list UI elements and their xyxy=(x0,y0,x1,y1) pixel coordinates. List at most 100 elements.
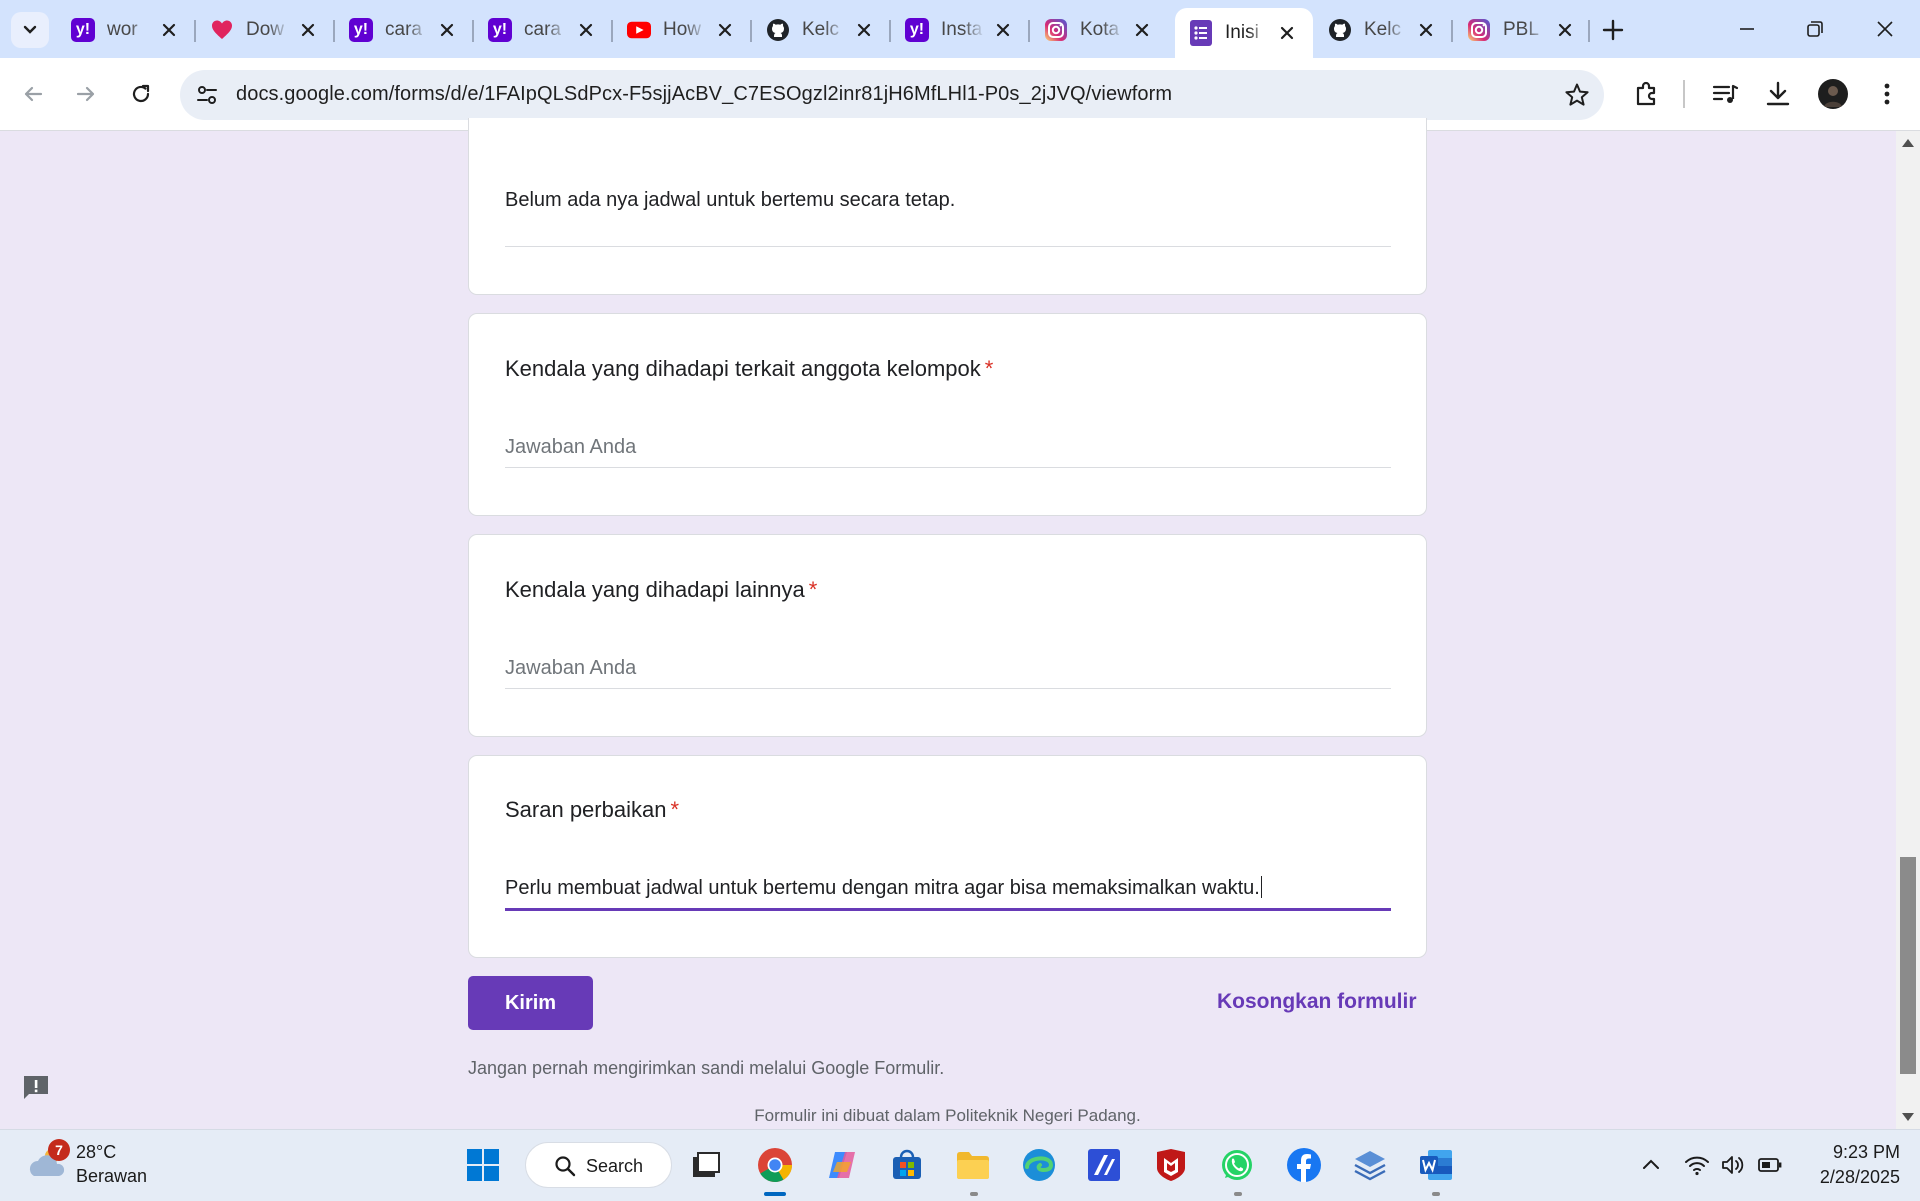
answer-input[interactable]: Jawaban Anda xyxy=(505,657,1391,680)
reload-button[interactable] xyxy=(121,74,161,114)
tab-title: cara xyxy=(524,19,561,40)
tab-7[interactable]: Kota xyxy=(1030,10,1168,50)
tab-9[interactable]: Kelc xyxy=(1314,10,1452,50)
scroll-down-arrow-icon[interactable] xyxy=(1902,1113,1914,1121)
avatar-icon xyxy=(1824,86,1842,107)
chevron-up-icon[interactable] xyxy=(1638,1152,1664,1178)
tab-1[interactable]: Dow xyxy=(196,10,334,50)
close-icon[interactable] xyxy=(157,18,181,42)
question-title: Kendala yang dihadapi lainnya * xyxy=(505,577,817,603)
tab-divider xyxy=(1588,20,1590,42)
media-controls-icon[interactable] xyxy=(1709,78,1741,110)
notification-badge: 7 xyxy=(48,1139,70,1161)
required-asterisk: * xyxy=(984,356,994,381)
answer-input[interactable]: Jawaban Anda xyxy=(505,436,1391,459)
forward-button[interactable] xyxy=(66,74,106,114)
tab-3[interactable]: y! cara xyxy=(474,10,612,50)
start-button[interactable] xyxy=(463,1145,503,1185)
close-icon[interactable] xyxy=(435,18,459,42)
whatsapp-taskbar-app[interactable] xyxy=(1217,1145,1257,1185)
bookmark-star-icon[interactable] xyxy=(1564,82,1590,108)
github-icon xyxy=(1328,18,1352,42)
yahoo-icon: y! xyxy=(488,18,512,42)
scroll-up-arrow-icon[interactable] xyxy=(1902,139,1914,147)
tab-2[interactable]: y! cara xyxy=(335,10,473,50)
github-icon xyxy=(766,18,790,42)
scrollbar-thumb[interactable] xyxy=(1900,857,1916,1074)
url-text[interactable]: docs.google.com/forms/d/e/1FAIpQLSdPcx-F… xyxy=(236,83,1172,106)
edge-taskbar-app[interactable] xyxy=(1019,1145,1059,1185)
answer-underline xyxy=(505,467,1391,468)
tab-5[interactable]: Kelc xyxy=(752,10,890,50)
report-issue-icon[interactable] xyxy=(20,1072,52,1104)
answer-text[interactable]: Belum ada nya jadwal untuk bertemu secar… xyxy=(505,189,1391,212)
tab-title: wor xyxy=(107,19,138,40)
restore-button[interactable] xyxy=(1790,10,1840,48)
form-footer: Formulir ini dibuat dalam Politeknik Neg… xyxy=(754,1106,1141,1125)
copilot-taskbar-app[interactable] xyxy=(822,1145,862,1185)
close-icon[interactable] xyxy=(1553,18,1577,42)
app-taskbar-app[interactable] xyxy=(1084,1145,1124,1185)
download-icon[interactable] xyxy=(1762,78,1794,110)
task-view-button[interactable] xyxy=(686,1145,726,1185)
close-icon[interactable] xyxy=(1275,21,1299,45)
address-bar[interactable]: docs.google.com/forms/d/e/1FAIpQLSdPcx-F… xyxy=(180,70,1604,120)
taskbar-search[interactable]: Search xyxy=(525,1142,672,1188)
minimize-button[interactable] xyxy=(1722,10,1772,48)
tab-4[interactable]: How xyxy=(613,10,751,50)
tab-title: Dow xyxy=(246,19,285,40)
close-icon xyxy=(1877,21,1893,37)
site-info-icon[interactable] xyxy=(193,81,221,109)
restore-icon xyxy=(1807,21,1823,37)
clear-form-button[interactable]: Kosongkan formulir xyxy=(1217,990,1417,1014)
heart-icon xyxy=(210,18,234,42)
close-icon[interactable] xyxy=(574,18,598,42)
wifi-icon[interactable] xyxy=(1684,1152,1710,1178)
tab-6[interactable]: y! Insta xyxy=(891,10,1029,50)
file-explorer-taskbar-app[interactable] xyxy=(953,1145,993,1185)
minimize-icon xyxy=(1740,28,1754,30)
close-icon[interactable] xyxy=(991,18,1015,42)
page-scrollbar[interactable] xyxy=(1896,131,1920,1129)
word-taskbar-app[interactable] xyxy=(1416,1145,1456,1185)
close-icon[interactable] xyxy=(296,18,320,42)
more-menu-icon[interactable] xyxy=(1871,78,1903,110)
answer-input[interactable]: Perlu membuat jadwal untuk bertemu denga… xyxy=(505,876,1391,900)
battery-icon[interactable] xyxy=(1757,1152,1783,1178)
close-icon[interactable] xyxy=(713,18,737,42)
store-taskbar-app[interactable] xyxy=(887,1145,927,1185)
mcafee-taskbar-app[interactable] xyxy=(1151,1145,1191,1185)
yahoo-icon: y! xyxy=(905,18,929,42)
word-icon xyxy=(1420,1150,1452,1180)
back-button[interactable] xyxy=(13,74,53,114)
tab-search-button[interactable] xyxy=(11,12,49,48)
yahoo-icon: y! xyxy=(349,18,373,42)
tab-10[interactable]: PBL xyxy=(1453,10,1591,50)
question-card: Saran perbaikan * Perlu membuat jadwal un… xyxy=(468,755,1427,958)
question-card: Kendala yang dihadapi lainnya * Jawaban A… xyxy=(468,534,1427,737)
profile-avatar[interactable] xyxy=(1818,79,1848,109)
volume-icon[interactable] xyxy=(1720,1152,1746,1178)
running-indicator xyxy=(764,1192,786,1196)
close-icon[interactable] xyxy=(852,18,876,42)
close-window-button[interactable] xyxy=(1860,10,1910,48)
youtube-icon xyxy=(627,18,651,42)
network-taskbar-app[interactable] xyxy=(1350,1145,1390,1185)
tab-0[interactable]: y! wor xyxy=(57,10,195,50)
windows-icon xyxy=(467,1149,499,1181)
tab-8-active[interactable]: Inisi xyxy=(1175,8,1313,58)
required-asterisk: * xyxy=(808,577,818,602)
extensions-icon[interactable] xyxy=(1630,78,1662,110)
facebook-taskbar-app[interactable] xyxy=(1284,1145,1324,1185)
windows-taskbar: 7 28°C Berawan Search 9:23 PM 2/28/2025 xyxy=(0,1129,1920,1201)
submit-button[interactable]: Kirim xyxy=(468,976,593,1030)
arrow-left-icon xyxy=(24,86,43,102)
app-icon xyxy=(1088,1149,1120,1181)
question-title-text: Kendala yang dihadapi terkait anggota ke… xyxy=(505,356,981,381)
search-icon xyxy=(555,1156,576,1177)
close-icon[interactable] xyxy=(1130,18,1154,42)
chrome-taskbar-app[interactable] xyxy=(755,1145,795,1185)
close-icon[interactable] xyxy=(1414,18,1438,42)
answer-underline xyxy=(505,246,1391,247)
new-tab-button[interactable] xyxy=(1597,14,1629,46)
